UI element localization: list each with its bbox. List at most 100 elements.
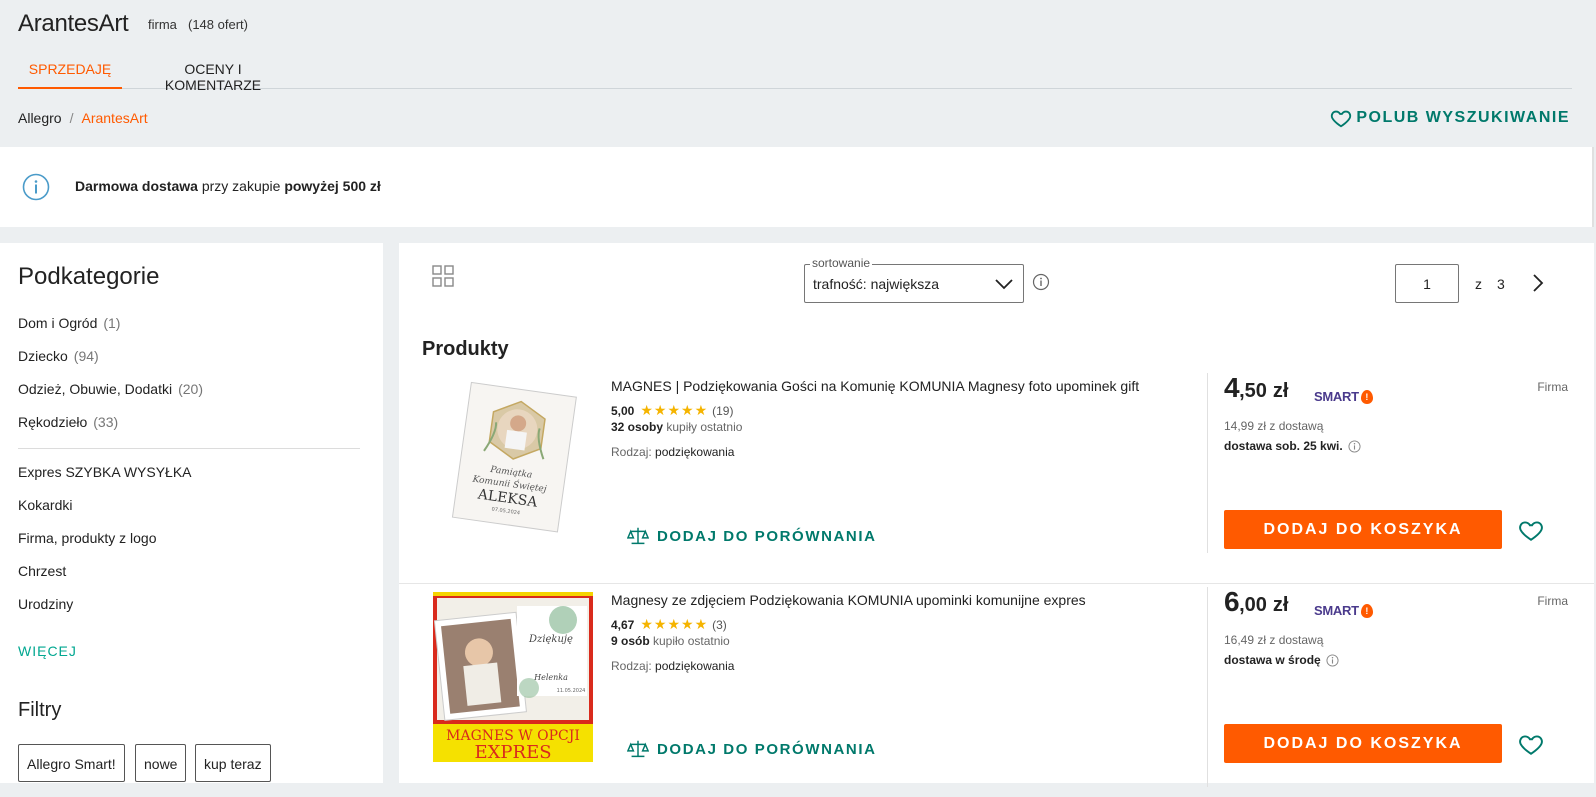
product-card: Pamiątka Komunii Świętej ALEKSA 07.05.20…	[399, 372, 1594, 583]
banner-part2: przy zakupie	[197, 178, 285, 194]
product-bought: 32 osoby kupiły ostatnio	[611, 420, 742, 434]
sort-value: trafność: największa	[813, 276, 940, 292]
show-more-link[interactable]: WIĘCEJ	[18, 643, 77, 659]
category-count: (1)	[103, 315, 121, 331]
compare-label: DODAJ DO PORÓWNANIA	[657, 527, 877, 545]
category-count: (33)	[93, 414, 119, 430]
listing-panel: sortowanie trafność: największa z 3 Prod…	[399, 243, 1594, 787]
product-price: 4,50 zł	[1224, 372, 1288, 404]
param-label: Rodzaj:	[611, 659, 656, 673]
price-int: 6	[1224, 586, 1240, 617]
tab-ratings[interactable]: OCENY I KOMENTARZE	[138, 50, 288, 93]
rating-value: 5,00	[611, 403, 635, 418]
link-chrzest[interactable]: Chrzest	[18, 563, 66, 579]
thumb-text-1: Dziękuję	[528, 634, 573, 645]
store-name: ArantesArt	[18, 10, 129, 37]
product-thumbnail[interactable]: Dziękuję Helenka 11.05.2024 MAGNES W OPC…	[433, 592, 593, 762]
category-rekodzielo[interactable]: Rękodzieło (33)	[18, 414, 118, 430]
product-title[interactable]: Magnesy ze zdjęciem Podziękowania KOMUNI…	[611, 592, 1086, 608]
info-icon[interactable]	[1348, 439, 1361, 453]
breadcrumb-current[interactable]: ArantesArt	[81, 110, 147, 126]
price-currency: zł	[1272, 380, 1289, 402]
smart-label: SMART	[1314, 603, 1359, 618]
chevron-right-icon[interactable]	[1531, 273, 1545, 293]
breadcrumb-root[interactable]: Allegro	[18, 110, 62, 126]
smart-label: SMART	[1314, 389, 1359, 404]
info-icon	[22, 173, 50, 201]
product-divider	[399, 583, 1594, 584]
filter-chip-smart[interactable]: Allegro Smart!	[18, 744, 125, 782]
filters-title: Filtry	[18, 699, 62, 721]
page-total: 3	[1497, 276, 1505, 292]
like-search-label: POLUB WYSZUKIWANIE	[1356, 109, 1570, 126]
sort-label: sortowanie	[810, 256, 873, 270]
param-value: podziękowania	[655, 659, 735, 673]
link-firma-logo[interactable]: Firma, produkty z logo	[18, 530, 157, 546]
compare-label: DODAJ DO PORÓWNANIA	[657, 740, 877, 758]
product-param: Rodzaj: podziękowania	[611, 659, 734, 673]
banner-part3: powyżej 500 zł	[284, 178, 381, 194]
banner-part1: Darmowa dostawa	[75, 178, 198, 194]
banner-text: Darmowa dostawa przy zakupie powyżej 500…	[75, 178, 381, 194]
filter-chip-nowe[interactable]: nowe	[135, 744, 187, 782]
sidebar-divider	[18, 448, 360, 449]
filter-chip-kup-teraz[interactable]: kup teraz	[195, 744, 271, 782]
page-number-input[interactable]	[1395, 264, 1459, 303]
seller-type: Firma	[1537, 594, 1568, 608]
product-image: Dziękuję Helenka 11.05.2024 MAGNES W OPC…	[433, 592, 593, 762]
like-search-button[interactable]: POLUB WYSZUKIWANIE	[1330, 107, 1570, 129]
smart-badge: SMART!	[1314, 389, 1373, 404]
category-dziecko[interactable]: Dziecko (94)	[18, 348, 99, 364]
heart-icon	[1331, 110, 1352, 128]
param-label: Rodzaj:	[611, 445, 656, 459]
grid-view-icon[interactable]	[432, 265, 454, 287]
heart-icon[interactable]	[1518, 731, 1544, 757]
link-urodziny[interactable]: Urodziny	[18, 596, 73, 612]
product-price: 6,00 zł	[1224, 586, 1288, 618]
product-thumbnail[interactable]: Pamiątka Komunii Świętej ALEKSA 07.05.20…	[433, 375, 593, 545]
breadcrumb-separator: /	[69, 110, 74, 126]
product-title[interactable]: MAGNES | Podziękowania Gości na Komunię …	[611, 378, 1139, 394]
sidebar: Podkategorie Dom i Ogród (1) Dziecko (94) …	[0, 243, 383, 783]
product-bought: 9 osób kupiło ostatnio	[611, 634, 730, 648]
delivery-label: dostawa sob. 25 kwi.	[1224, 439, 1343, 453]
price-frac: ,00	[1239, 594, 1267, 616]
page-of-label: z	[1475, 276, 1482, 292]
category-odziez[interactable]: Odzież, Obuwie, Dodatki (20)	[18, 381, 203, 397]
rating-count: (19)	[712, 403, 734, 418]
shipping-price: 14,99 zł z dostawą	[1224, 419, 1324, 433]
bought-count: 9 osób	[611, 634, 650, 648]
products-title: Produkty	[422, 338, 509, 360]
smart-exclamation-icon: !	[1360, 603, 1373, 618]
rating-stars-icon: ★★★★★	[640, 616, 709, 632]
product-card: Dziękuję Helenka 11.05.2024 MAGNES W OPC…	[399, 586, 1594, 797]
link-expres[interactable]: Expres SZYBKA WYSYŁKA	[18, 464, 192, 480]
thumb-text-2: Helenka	[533, 673, 568, 682]
scale-icon	[627, 527, 649, 545]
column-divider	[1207, 373, 1208, 553]
column-divider	[1207, 587, 1208, 787]
free-delivery-banner: Darmowa dostawa przy zakupie powyżej 500…	[0, 147, 1594, 227]
category-count: (20)	[178, 381, 203, 397]
shipping-price: 16,49 zł z dostawą	[1224, 633, 1324, 647]
bought-count: 32 osoby	[611, 420, 664, 434]
sort-select[interactable]: sortowanie trafność: największa	[804, 256, 1024, 303]
breadcrumb: Allegro / ArantesArt	[18, 110, 148, 126]
thumb-date: 11.05.2024	[557, 688, 586, 694]
store-offers-count: (148 ofert)	[188, 17, 248, 32]
product-rating: 4,67 ★★★★★ (3)	[611, 616, 727, 633]
category-label: Dziecko	[18, 348, 68, 364]
add-to-cart-button[interactable]: DODAJ DO KOSZYKA	[1224, 724, 1502, 763]
seller-type: Firma	[1537, 380, 1568, 394]
heart-icon[interactable]	[1518, 517, 1544, 543]
tab-sprzedaje[interactable]: SPRZEDAJĘ	[18, 50, 122, 89]
info-icon[interactable]	[1326, 653, 1339, 667]
link-kokardki[interactable]: Kokardki	[18, 497, 72, 513]
sort-info-icon[interactable]	[1032, 273, 1050, 291]
price-int: 4	[1224, 372, 1240, 403]
compare-button[interactable]: DODAJ DO PORÓWNANIA	[627, 738, 877, 760]
add-to-cart-button[interactable]: DODAJ DO KOSZYKA	[1224, 510, 1502, 549]
compare-button[interactable]: DODAJ DO PORÓWNANIA	[627, 525, 877, 547]
category-dom-i-ogrod[interactable]: Dom i Ogród (1)	[18, 315, 120, 331]
store-tabs: SPRZEDAJĘ OCENY I KOMENTARZE	[18, 50, 1572, 93]
